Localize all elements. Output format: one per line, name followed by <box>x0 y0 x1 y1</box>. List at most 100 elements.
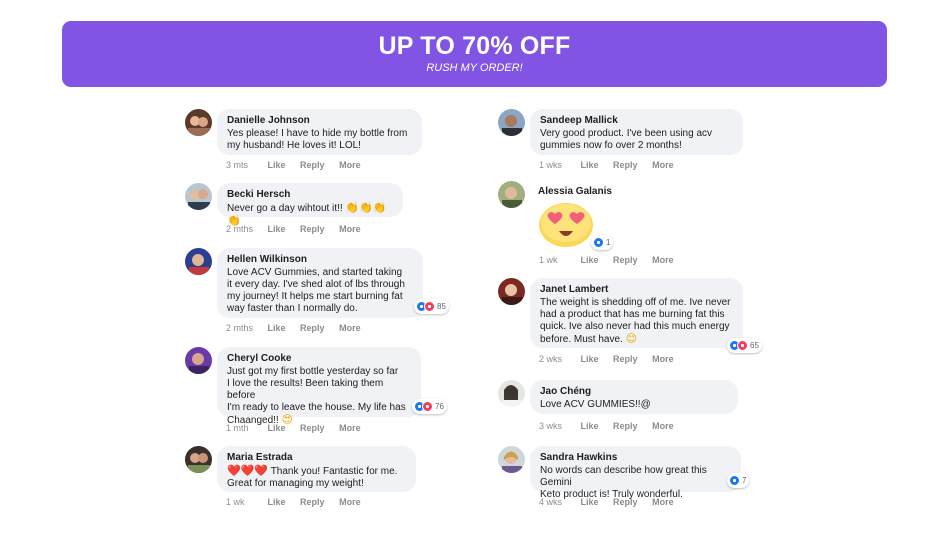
comment-meta: 1 wks Like Reply More <box>539 160 686 171</box>
comment-text: Very good product. I've been using acv g… <box>540 128 713 151</box>
comment-time: 3 mts <box>226 160 249 170</box>
comment-text: Just got my first bottle yesterday so fa… <box>227 366 406 426</box>
comment-bubble: Jao Chéng Love ACV GUMMIES!!@ <box>530 380 738 414</box>
comment-bubble: Sandra Hawkins No words can describe how… <box>530 446 741 500</box>
comment-text: Love ACV Gummies, and started taking it … <box>227 267 405 314</box>
like-button[interactable]: Like <box>581 421 599 431</box>
comment-time: 1 wk <box>539 255 558 265</box>
banner-subtitle[interactable]: RUSH MY ORDER! <box>62 61 887 75</box>
comment-time: 3 wks <box>539 421 563 431</box>
like-button[interactable]: Like <box>268 323 286 333</box>
reply-button[interactable]: Reply <box>300 323 325 333</box>
comment-author[interactable]: Hellen Wilkinson <box>227 254 413 266</box>
avatar[interactable] <box>498 380 525 407</box>
love-reaction-icon <box>424 301 435 312</box>
comment-text: ❤️❤️❤️ Thank you! Fantastic for me. Grea… <box>227 464 398 490</box>
like-reaction-icon <box>593 237 604 248</box>
comment-meta: 2 mths Like Reply More <box>226 224 373 235</box>
comment-bubble: Hellen Wilkinson Love ACV Gummies, and s… <box>217 248 423 318</box>
reply-button[interactable]: Reply <box>613 421 638 431</box>
comment-author[interactable]: Janet Lambert <box>540 284 733 296</box>
avatar[interactable] <box>498 446 525 473</box>
comment-time: 1 wk <box>226 497 245 507</box>
comment-time: 1 mth <box>226 423 249 433</box>
comment-author[interactable]: Sandra Hawkins <box>540 452 731 464</box>
comment-time: 1 wks <box>539 160 563 170</box>
reply-button[interactable]: Reply <box>300 160 325 170</box>
comment-meta: 1 mth Like Reply More <box>226 423 373 434</box>
heart-icon: ❤️❤️❤️ <box>227 464 269 477</box>
reply-button[interactable]: Reply <box>613 497 638 507</box>
more-button[interactable]: More <box>652 160 674 170</box>
reply-button[interactable]: Reply <box>300 224 325 234</box>
comment-bubble: Maria Estrada ❤️❤️❤️ Thank you! Fantasti… <box>217 446 416 492</box>
comment-bubble: Cheryl Cooke Just got my first bottle ye… <box>217 347 421 426</box>
more-button[interactable]: More <box>652 255 674 265</box>
reaction-count: 1 <box>606 238 611 247</box>
avatar[interactable] <box>185 347 212 374</box>
reaction-summary[interactable]: 76 <box>412 399 447 414</box>
like-button[interactable]: Like <box>268 497 286 507</box>
more-button[interactable]: More <box>339 160 361 170</box>
reply-button[interactable]: Reply <box>613 160 638 170</box>
like-button[interactable]: Like <box>268 224 286 234</box>
reply-button[interactable]: Reply <box>300 497 325 507</box>
comment-meta: 3 wks Like Reply More <box>539 421 686 432</box>
comment-meta: 2 wks Like Reply More <box>539 354 686 365</box>
comment-author[interactable]: Sandeep Mallick <box>540 115 733 127</box>
more-button[interactable]: More <box>652 421 674 431</box>
comment-bubble: Becki Hersch Never go a day wihtout it!!… <box>217 183 403 227</box>
more-button[interactable]: More <box>339 423 361 433</box>
comment-text: Yes please! I have to hide my bottle fro… <box>227 128 408 151</box>
banner-title: UP TO 70% OFF <box>378 32 571 60</box>
avatar[interactable] <box>185 446 212 473</box>
more-button[interactable]: More <box>339 224 361 234</box>
comment-author[interactable]: Alessia Galanis <box>538 186 612 198</box>
smiling-face-icon: 😊 <box>625 332 638 345</box>
comment-author[interactable]: Danielle Johnson <box>227 115 412 127</box>
reaction-count: 85 <box>437 302 446 311</box>
like-button[interactable]: Like <box>581 160 599 170</box>
comment-author[interactable]: Cheryl Cooke <box>227 353 411 365</box>
love-reaction-icon <box>737 340 748 351</box>
like-button[interactable]: Like <box>268 160 286 170</box>
love-reaction-icon <box>422 401 433 412</box>
avatar[interactable] <box>498 181 525 208</box>
avatar[interactable] <box>185 183 212 210</box>
promo-banner[interactable]: UP TO 70% OFF RUSH MY ORDER! <box>62 21 887 87</box>
comment-time: 4 wks <box>539 497 563 507</box>
more-button[interactable]: More <box>339 497 361 507</box>
reaction-summary[interactable]: 7 <box>727 473 750 488</box>
comment-meta: 4 wks Like Reply More <box>539 497 686 508</box>
reaction-count: 76 <box>435 402 444 411</box>
comment-author[interactable]: Becki Hersch <box>227 189 393 201</box>
comment-author[interactable]: Maria Estrada <box>227 452 406 464</box>
like-button[interactable]: Like <box>268 423 286 433</box>
like-button[interactable]: Like <box>581 255 599 265</box>
like-reaction-icon <box>729 475 740 486</box>
avatar[interactable] <box>185 248 212 275</box>
avatar[interactable] <box>498 278 525 305</box>
comment-meta: 1 wk Like Reply More <box>539 255 686 266</box>
more-button[interactable]: More <box>652 354 674 364</box>
more-button[interactable]: More <box>339 323 361 333</box>
reaction-summary[interactable]: 65 <box>727 338 762 353</box>
comment-author[interactable]: Jao Chéng <box>540 386 728 398</box>
reply-button[interactable]: Reply <box>613 255 638 265</box>
comment-time: 2 mths <box>226 323 254 333</box>
comment-bubble: Janet Lambert The weight is shedding off… <box>530 278 743 348</box>
comment-meta: 2 mths Like Reply More <box>226 323 373 334</box>
reaction-summary[interactable]: 1 <box>591 235 614 250</box>
reply-button[interactable]: Reply <box>300 423 325 433</box>
comment-time: 2 wks <box>539 354 563 364</box>
like-button[interactable]: Like <box>581 497 599 507</box>
reaction-summary[interactable]: 85 <box>414 299 449 314</box>
comment-bubble: Sandeep Mallick Very good product. I've … <box>530 109 743 155</box>
comment-time: 2 mths <box>226 224 254 234</box>
avatar[interactable] <box>498 109 525 136</box>
more-button[interactable]: More <box>652 497 674 507</box>
avatar[interactable] <box>185 109 212 136</box>
like-button[interactable]: Like <box>581 354 599 364</box>
heart-eyes-emoji-icon <box>538 202 594 248</box>
reply-button[interactable]: Reply <box>613 354 638 364</box>
